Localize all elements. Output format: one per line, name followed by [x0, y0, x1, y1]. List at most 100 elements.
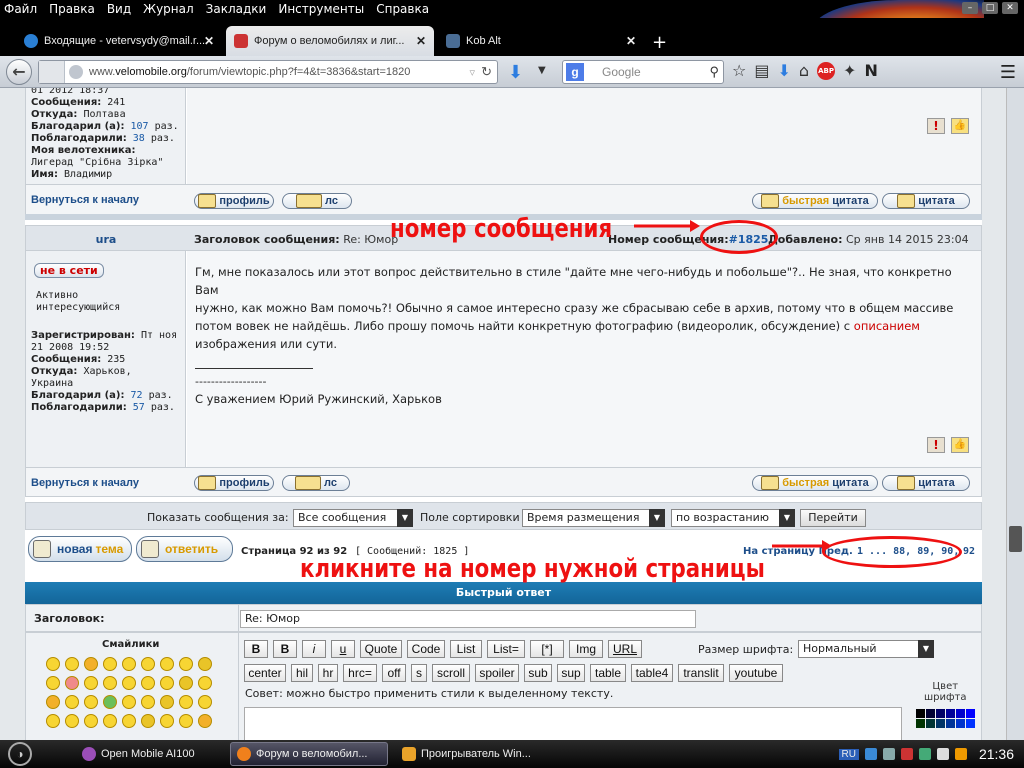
thanked-link[interactable]: 72 [131, 390, 143, 401]
taskbar-item-mobile[interactable]: Open Mobile AI100 [76, 742, 224, 766]
format-button-hr[interactable]: hr [318, 664, 338, 682]
sort-field-select[interactable]: Время размещения ▼ [522, 509, 665, 527]
sort-direction-select[interactable]: по возрастанию ▼ [671, 509, 795, 527]
smiley-icon[interactable] [46, 714, 60, 728]
back-to-top-link[interactable]: Вернуться к началу [31, 194, 139, 206]
font-size-select[interactable]: Нормальный ▼ [798, 640, 934, 658]
color-swatch[interactable] [936, 709, 945, 718]
format-button-sub[interactable]: sub [524, 664, 552, 682]
smiley-icon[interactable] [65, 695, 79, 709]
smiley-icon[interactable] [179, 657, 193, 671]
subject-input[interactable]: Re: Юмор [240, 610, 696, 628]
format-button-url[interactable]: URL [608, 640, 642, 658]
smiley-icon[interactable] [160, 695, 174, 709]
menu-edit[interactable]: Правка [49, 2, 95, 16]
download-arrow-icon[interactable]: ⬇ [508, 62, 523, 83]
report-icon[interactable]: ! [927, 118, 945, 134]
quick-quote-button[interactable]: быстрая цитата [752, 475, 878, 491]
smiley-icon[interactable] [103, 657, 117, 671]
close-window-icon[interactable]: ✕ [1002, 2, 1018, 14]
format-button-table4[interactable]: table4 [631, 664, 673, 682]
smiley-icon[interactable] [141, 676, 155, 690]
menu-help[interactable]: Справка [376, 2, 429, 16]
dropdown-history-icon[interactable]: ▿ [469, 66, 475, 79]
reply-button[interactable]: ответить [136, 536, 233, 562]
format-button-s[interactable]: s [411, 664, 427, 682]
smiley-icon[interactable] [65, 714, 79, 728]
show-posts-select[interactable]: Все сообщения ▼ [293, 509, 413, 527]
maximize-icon[interactable]: □ [982, 2, 998, 14]
format-button-scroll[interactable]: scroll [432, 664, 470, 682]
close-tab-icon[interactable]: ✕ [416, 34, 426, 48]
report-icon[interactable]: ! [927, 437, 945, 453]
format-button-center[interactable]: center [244, 664, 286, 682]
extension-icon[interactable]: ✦ [843, 61, 856, 80]
quick-quote-button[interactable]: быстрая цитата [752, 193, 878, 209]
site-identity-icon[interactable] [39, 61, 65, 83]
color-swatch[interactable] [956, 719, 965, 728]
format-button-u[interactable]: u [331, 640, 355, 658]
smiley-icon[interactable] [160, 657, 174, 671]
noscript-icon[interactable]: N [864, 61, 877, 80]
page-link-last[interactable]: 92 [963, 546, 975, 557]
quote-button[interactable]: цитата [882, 193, 970, 209]
smiley-icon[interactable] [141, 657, 155, 671]
search-icon[interactable]: ⚲ [709, 64, 719, 80]
color-swatch[interactable] [966, 719, 975, 728]
download-dropdown-icon[interactable]: ▼ [538, 65, 546, 76]
minimize-icon[interactable]: – [962, 2, 978, 14]
close-tab-icon[interactable]: ✕ [204, 34, 214, 48]
format-button-off[interactable]: off [382, 664, 406, 682]
antivirus-icon[interactable] [900, 748, 913, 760]
bookmarks-list-icon[interactable]: ▤ [754, 61, 769, 80]
menu-file[interactable]: Файл [4, 2, 37, 16]
smiley-icon[interactable] [46, 657, 60, 671]
profile-button[interactable]: профиль [194, 475, 274, 491]
thanked-by-link[interactable]: 57 [133, 402, 145, 413]
pm-button[interactable]: лс [282, 193, 352, 209]
smiley-icon[interactable] [198, 714, 212, 728]
smiley-icon[interactable] [122, 676, 136, 690]
vertical-scrollbar[interactable] [1006, 88, 1024, 740]
format-button-sup[interactable]: sup [557, 664, 585, 682]
color-swatch[interactable] [936, 719, 945, 728]
thanked-by-link[interactable]: 38 [133, 133, 145, 144]
start-orb-icon[interactable]: ◑ [8, 742, 32, 766]
smiley-icon[interactable] [122, 657, 136, 671]
color-swatch[interactable] [946, 719, 955, 728]
smiley-icon[interactable] [141, 714, 155, 728]
smiley-icon[interactable] [122, 695, 136, 709]
format-button-list[interactable]: List= [487, 640, 525, 658]
format-button-spoiler[interactable]: spoiler [475, 664, 519, 682]
downloads-icon[interactable]: ⬇ [777, 61, 790, 80]
network-icon[interactable] [864, 748, 877, 760]
smiley-icon[interactable] [84, 695, 98, 709]
tab-mail[interactable]: Входящие - vetervsydy@mail.r... ✕ [16, 26, 222, 56]
search-bar[interactable]: g Google ⚲ [562, 60, 724, 84]
format-button-code[interactable]: Code [407, 640, 445, 658]
smiley-icon[interactable] [160, 714, 174, 728]
smiley-icon[interactable] [84, 714, 98, 728]
format-button-img[interactable]: Img [569, 640, 603, 658]
taskbar-item-firefox[interactable]: Форум о веломобил... [230, 742, 388, 766]
language-indicator[interactable]: RU [838, 748, 859, 760]
reload-icon[interactable]: ↻ [481, 64, 492, 80]
smiley-icon[interactable] [103, 714, 117, 728]
smiley-icon[interactable] [84, 657, 98, 671]
message-textarea[interactable] [244, 707, 902, 740]
back-button[interactable]: ← [6, 59, 32, 85]
format-button-quote[interactable]: Quote [360, 640, 402, 658]
quote-button[interactable]: цитата [882, 475, 970, 491]
pm-button[interactable]: лс [282, 475, 350, 491]
new-topic-button[interactable]: новая тема [28, 536, 132, 562]
smiley-icon[interactable] [141, 695, 155, 709]
menu-bookmarks[interactable]: Закладки [206, 2, 267, 16]
smiley-icon[interactable] [160, 676, 174, 690]
thanks-icon[interactable]: 👍 [951, 437, 969, 453]
format-button-translit[interactable]: translit [678, 664, 724, 682]
format-button-list[interactable]: List [450, 640, 482, 658]
format-button-b-2[interactable]: B [273, 640, 297, 658]
thanks-icon[interactable]: 👍 [951, 118, 969, 134]
smiley-icon[interactable] [179, 695, 193, 709]
smiley-icon[interactable] [84, 676, 98, 690]
